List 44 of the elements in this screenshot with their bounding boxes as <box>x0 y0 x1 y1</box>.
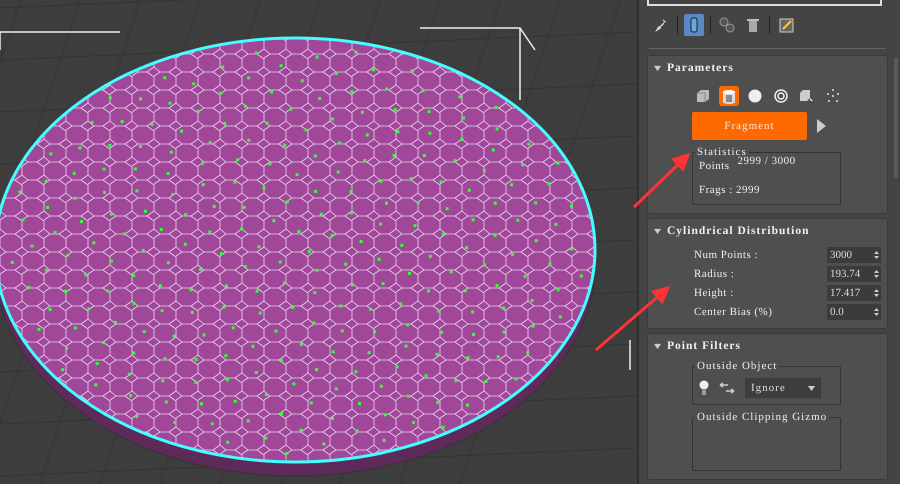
cylinder-icon <box>722 88 736 104</box>
dots-icon <box>826 89 840 103</box>
field-label: Height : <box>694 287 735 299</box>
spinner-arrows-icon <box>874 307 879 317</box>
spinner-arrows-icon <box>874 250 879 260</box>
annotation-arrow <box>632 152 690 208</box>
tube-icon <box>690 17 698 34</box>
distribution-type-button[interactable] <box>718 86 738 106</box>
swap-arrows-icon[interactable] <box>719 382 735 394</box>
toolbar-button[interactable] <box>684 14 704 36</box>
points-value: 2999 / 3000 <box>738 155 796 167</box>
sphere-icon <box>748 89 762 103</box>
group-title: Statistics <box>696 146 747 158</box>
frags-count: Frags : 2999 <box>699 184 760 196</box>
spinner-field[interactable]: 17.417 <box>827 285 881 301</box>
spinner-field[interactable]: 0.0 <box>827 304 881 320</box>
caret-icon <box>808 386 815 390</box>
field-label: Num Points : <box>694 249 760 261</box>
lightbulb-icon[interactable] <box>699 380 709 396</box>
rollout-header[interactable]: Point Filters <box>654 338 881 354</box>
cube-icon <box>696 89 710 103</box>
play-icon[interactable] <box>817 119 826 133</box>
spinner-arrows-icon <box>874 288 879 298</box>
pin-icon <box>655 18 667 32</box>
field-label: Center Bias (%) <box>694 306 774 318</box>
configure-icon <box>778 18 794 33</box>
spinner-field[interactable]: 3000 <box>827 247 881 263</box>
name-field[interactable] <box>647 0 882 6</box>
collapse-icon <box>654 228 661 234</box>
rollout-header[interactable]: Cylindrical Distribution <box>654 223 881 239</box>
dropdown[interactable]: Ignore <box>745 378 821 398</box>
trash-icon <box>747 18 759 33</box>
collapse-icon <box>654 342 661 350</box>
spheres-icon <box>719 17 735 34</box>
group-title: Outside Object <box>696 360 778 372</box>
points-label: Points <box>699 160 730 172</box>
concentric-rings-icon <box>774 89 788 103</box>
field-label: Radius : <box>694 268 736 280</box>
spinner-field[interactable]: 193.74 <box>827 266 881 282</box>
collapse-icon <box>654 64 661 72</box>
group-title: Outside Clipping Gizmo <box>696 411 828 423</box>
rollout-header[interactable]: Parameters <box>654 60 881 76</box>
spinner-arrows-icon <box>874 269 879 279</box>
cube-cursor-icon <box>799 88 814 104</box>
